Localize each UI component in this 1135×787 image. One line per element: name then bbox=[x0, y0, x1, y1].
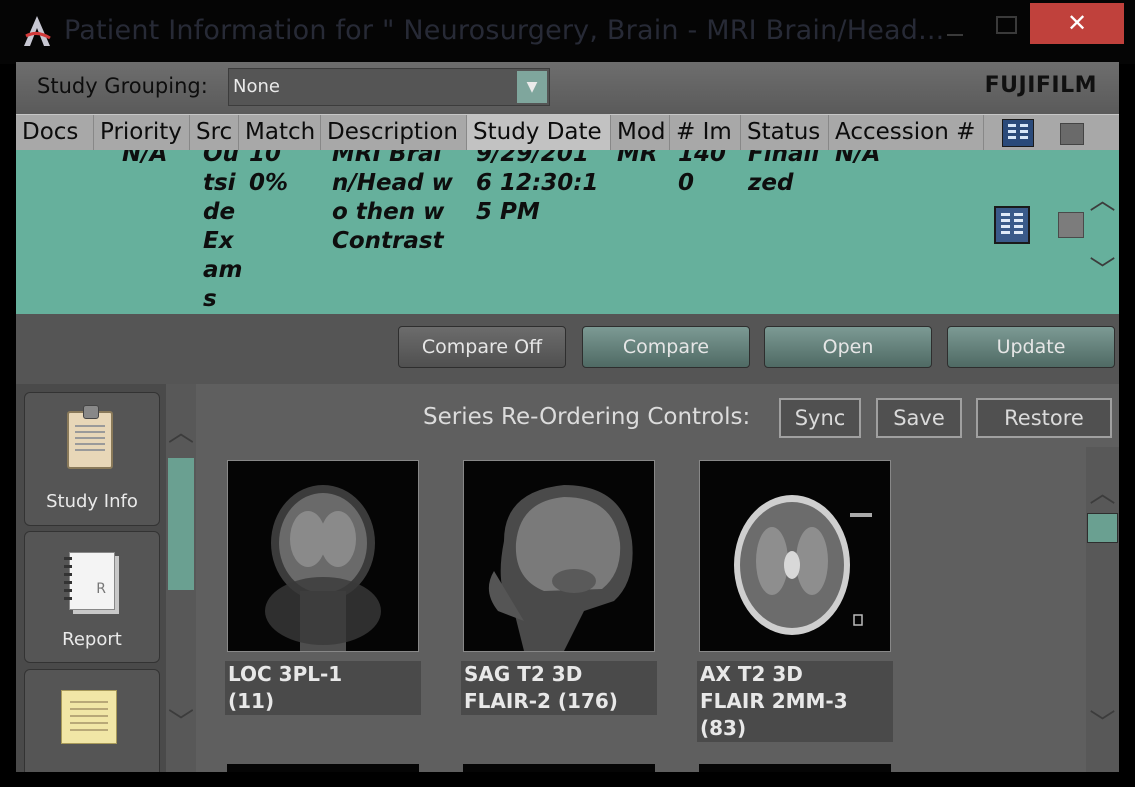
series-label: AX T2 3D FLAIR 2MM-3 (83) bbox=[697, 661, 893, 742]
open-series-icon[interactable] bbox=[994, 206, 1030, 244]
fujifilm-logo: FUJIFILM bbox=[984, 73, 1097, 98]
column-accession[interactable]: Accession # bbox=[829, 115, 984, 151]
compare-off-button[interactable]: Compare Off bbox=[398, 326, 566, 368]
nav-study-info-label: Study Info bbox=[46, 491, 138, 512]
series-thumbnail[interactable] bbox=[463, 764, 655, 772]
table-row[interactable]: N/A Ou tsi de Ex am s 10 0% MRI Brai n/H… bbox=[16, 150, 1086, 314]
column-mod[interactable]: Mod bbox=[611, 115, 670, 151]
scroll-up-icon[interactable]: ︿ bbox=[1086, 180, 1119, 217]
minimize-button[interactable] bbox=[930, 6, 980, 42]
study-grouping-select[interactable]: None ▼ bbox=[228, 68, 550, 106]
study-grouping-value: None bbox=[233, 76, 280, 97]
nav-notes[interactable] bbox=[24, 669, 160, 772]
scroll-down-icon[interactable]: ﹀ bbox=[1086, 250, 1119, 287]
close-button[interactable]: ✕ bbox=[1030, 3, 1124, 44]
sync-button[interactable]: Sync bbox=[779, 398, 861, 438]
nav-study-info[interactable]: Study Info bbox=[24, 392, 160, 526]
study-table-header: Docs Priority Src Match Description Stud… bbox=[16, 114, 1119, 151]
side-nav-scrollbar[interactable]: ︿ ﹀ bbox=[166, 384, 196, 772]
nav-report[interactable]: Report bbox=[24, 531, 160, 663]
select-all-checkbox[interactable] bbox=[1060, 123, 1084, 145]
open-button[interactable]: Open bbox=[764, 326, 932, 368]
study-grouping-label: Study Grouping: bbox=[37, 74, 208, 98]
row-src: Ou tsi de Ex am s bbox=[203, 150, 243, 312]
compare-button[interactable]: Compare bbox=[582, 326, 750, 368]
window-title: Patient Information for " Neurosurgery, … bbox=[64, 15, 945, 46]
series-thumbnail-axial[interactable] bbox=[699, 460, 891, 652]
series-controls-label: Series Re-Ordering Controls: bbox=[423, 404, 751, 430]
scrollbar-thumb[interactable] bbox=[1087, 513, 1118, 543]
row-select-checkbox[interactable] bbox=[1058, 212, 1084, 238]
report-icon bbox=[64, 552, 115, 610]
title-bar: Patient Information for " Neurosurgery, … bbox=[0, 0, 1135, 64]
scroll-up-icon[interactable]: ︿ bbox=[166, 412, 196, 449]
app-logo-icon bbox=[24, 16, 51, 46]
row-priority: N/A bbox=[122, 150, 168, 167]
scroll-down-icon[interactable]: ﹀ bbox=[166, 702, 196, 739]
side-nav: Study Info Report bbox=[16, 384, 166, 772]
column-num-images[interactable]: # Im bbox=[670, 115, 741, 151]
column-study-date[interactable]: Study Date bbox=[467, 115, 611, 151]
update-button[interactable]: Update bbox=[947, 326, 1115, 368]
row-description: MRI Brai n/Head w o then w Contrast bbox=[332, 150, 453, 254]
row-accession: N/A bbox=[835, 150, 881, 167]
notes-icon bbox=[61, 690, 117, 744]
series-thumbnail[interactable] bbox=[699, 764, 891, 772]
series-label: SAG T2 3D FLAIR-2 (176) bbox=[461, 661, 657, 715]
action-bar: Compare Off Compare Open Update bbox=[16, 314, 1119, 384]
maximize-button[interactable] bbox=[984, 6, 1028, 42]
series-viewer-icon[interactable] bbox=[1002, 119, 1034, 147]
row-study-date: 9/29/201 6 12:30:1 5 PM bbox=[476, 150, 599, 225]
scrollbar-thumb[interactable] bbox=[168, 458, 194, 590]
row-match: 10 0% bbox=[249, 150, 289, 196]
column-src[interactable]: Src bbox=[190, 115, 239, 151]
column-docs[interactable]: Docs bbox=[16, 115, 94, 151]
row-num-images: 140 0 bbox=[678, 150, 727, 196]
series-scrollbar[interactable]: ︿ ﹀ bbox=[1086, 447, 1119, 772]
column-description[interactable]: Description bbox=[321, 115, 467, 151]
clipboard-icon bbox=[67, 405, 113, 469]
column-priority[interactable]: Priority bbox=[94, 115, 190, 151]
series-thumbnail-sagittal[interactable] bbox=[463, 460, 655, 652]
series-reordering-controls: Series Re-Ordering Controls: Sync Save R… bbox=[196, 384, 1119, 448]
row-mod: MR bbox=[617, 150, 658, 167]
study-list: N/A Ou tsi de Ex am s 10 0% MRI Brai n/H… bbox=[16, 150, 1119, 314]
save-button[interactable]: Save bbox=[876, 398, 962, 438]
series-thumbnail[interactable] bbox=[227, 764, 419, 772]
restore-button[interactable]: Restore bbox=[976, 398, 1112, 438]
row-status: Finali zed bbox=[748, 150, 820, 196]
patient-information-window: Study Grouping: None ▼ FUJIFILM Docs Pri… bbox=[16, 62, 1119, 772]
column-match[interactable]: Match bbox=[239, 115, 321, 151]
chevron-down-icon[interactable]: ▼ bbox=[517, 71, 547, 103]
scroll-up-icon[interactable]: ︿ bbox=[1086, 473, 1119, 510]
column-status[interactable]: Status bbox=[741, 115, 829, 151]
series-label: LOC 3PL-1 (11) bbox=[225, 661, 421, 715]
series-thumbnail-coronal[interactable] bbox=[227, 460, 419, 652]
study-list-scrollbar[interactable]: ︿ ﹀ bbox=[1086, 150, 1119, 314]
nav-report-label: Report bbox=[62, 629, 122, 650]
study-grouping-toolbar: Study Grouping: None ▼ FUJIFILM bbox=[16, 62, 1119, 114]
scroll-down-icon[interactable]: ﹀ bbox=[1086, 703, 1119, 740]
series-panel: Series Re-Ordering Controls: Sync Save R… bbox=[196, 384, 1119, 772]
